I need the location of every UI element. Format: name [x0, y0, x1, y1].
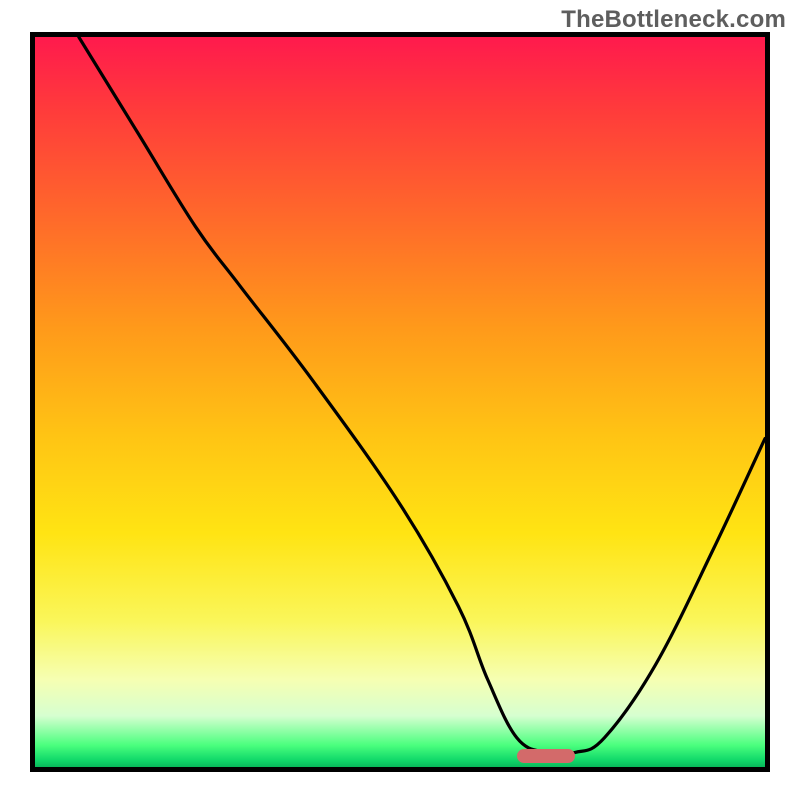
plot-area: [30, 32, 770, 772]
watermark-label: TheBottleneck.com: [561, 6, 786, 34]
optimal-range-marker: [517, 749, 575, 763]
chart-frame: TheBottleneck.com: [0, 0, 800, 800]
bottleneck-curve: [35, 37, 765, 767]
